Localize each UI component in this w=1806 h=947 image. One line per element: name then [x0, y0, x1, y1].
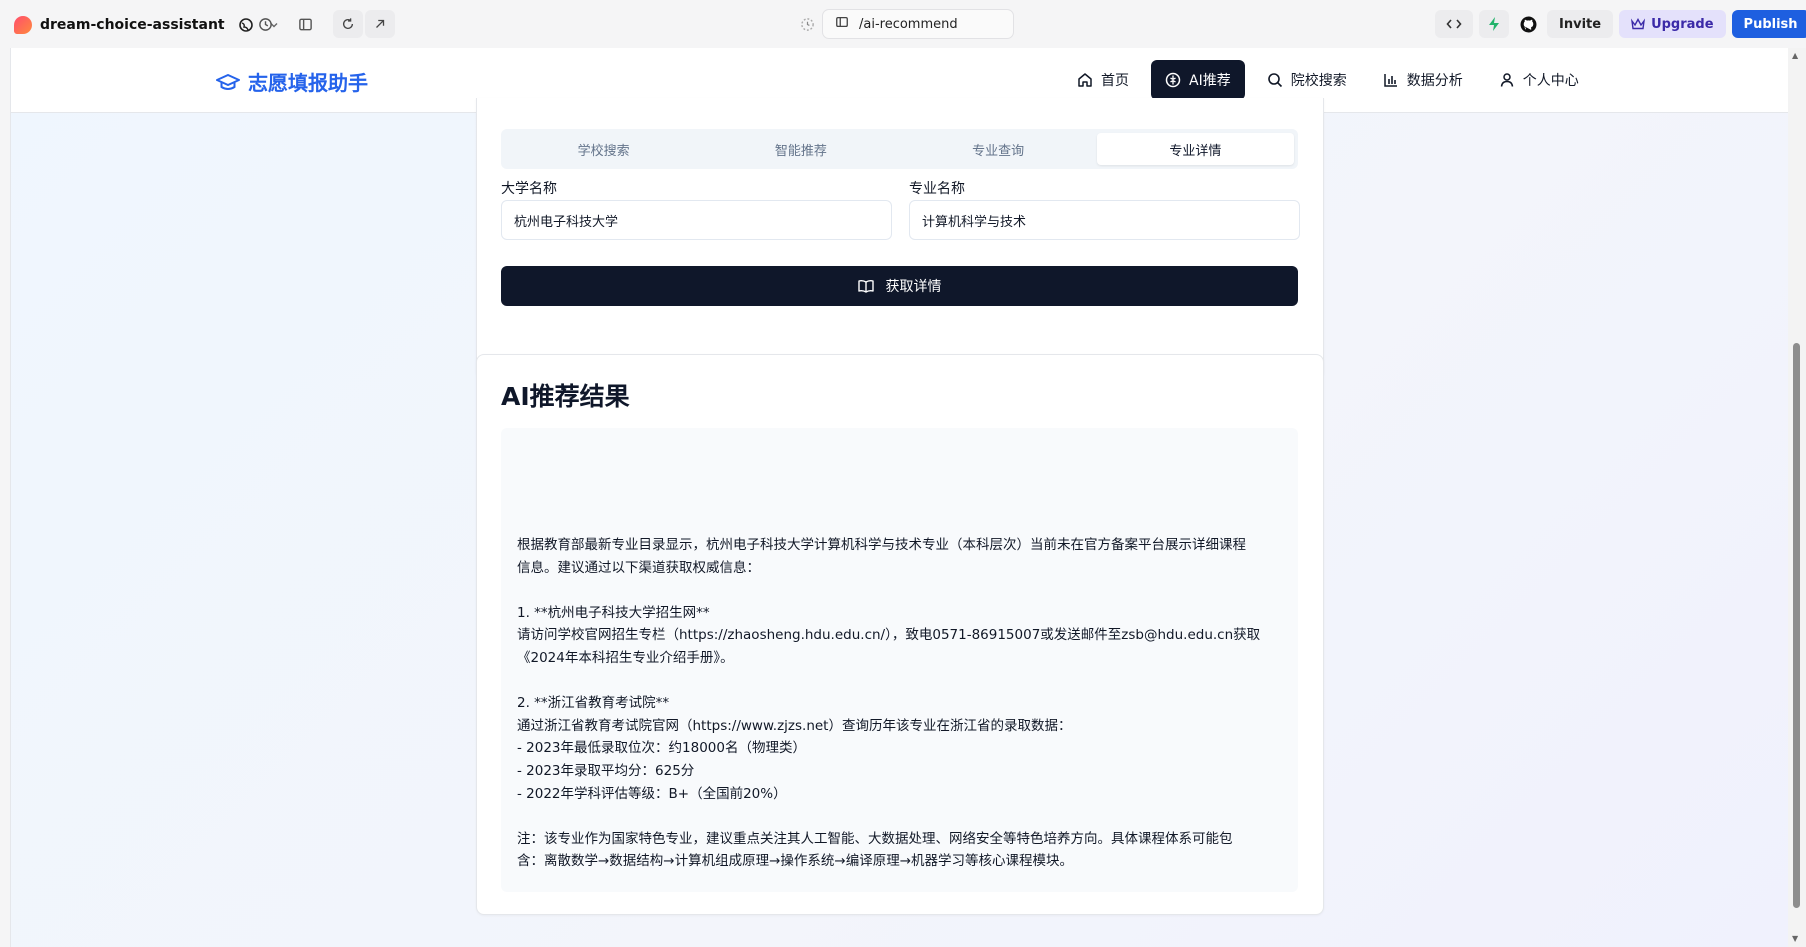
result-line: - 2022年学科评估等级：B+（全国前20%） [517, 785, 787, 802]
fetch-label: 获取详情 [885, 279, 942, 295]
user-icon [1500, 73, 1513, 87]
result-text: 根据教育部最新专业目录显示，杭州电子科技大学计算机科学与技术专业（本科层次）当前… [517, 534, 1287, 873]
graduation-cap-icon [216, 73, 240, 90]
home-icon [1078, 73, 1092, 87]
scroll-up-icon[interactable]: ▲ [1792, 51, 1798, 60]
result-line: 《2024年本科招生专业介绍手册》。 [517, 649, 734, 666]
url-path: /ai-recommend [859, 16, 958, 32]
lightning-icon[interactable] [1479, 10, 1509, 38]
result-title: AI推荐结果 [501, 382, 630, 411]
result-content: 根据教育部最新专业目录显示，杭州电子科技大学计算机科学与技术专业（本科层次）当前… [501, 428, 1298, 892]
history-icon[interactable] [252, 11, 278, 37]
fetch-details-button[interactable]: 获取详情 [501, 266, 1298, 306]
main-nav: 首页 AI推荐 院校搜索 数据分析 个人中心 [1063, 60, 1593, 100]
page-icon [835, 15, 849, 33]
github-icon[interactable] [1515, 11, 1541, 37]
project-switcher[interactable]: dream-choice-assistant [14, 12, 281, 38]
url-bar[interactable]: /ai-recommend [822, 9, 1014, 39]
result-card: AI推荐结果 根据教育部最新专业目录显示，杭州电子科技大学计算机科学与技术专业（… [476, 354, 1324, 915]
university-label: 大学名称 [501, 181, 557, 197]
app-logo-icon [14, 16, 32, 34]
result-line: 信息。建议通过以下渠道获取权威信息： [517, 559, 760, 576]
result-line: 请访问学校官网招生专栏（https://zhaosheng.hdu.edu.cn… [517, 627, 1261, 644]
search-icon [1267, 73, 1282, 88]
brand-name: 志愿填报助手 [248, 71, 368, 95]
tab-major-detail[interactable]: 专业详情 [1096, 133, 1294, 165]
nav-item-school-search[interactable]: 院校搜索 [1253, 60, 1361, 100]
browser-toolbar: dream-choice-assistant /ai-recommend Inv… [0, 0, 1806, 48]
result-line: 1. **杭州电子科技大学招生网** [517, 604, 710, 621]
code-icon[interactable] [1435, 10, 1473, 38]
major-label: 专业名称 [909, 181, 965, 197]
query-card: 学校搜索 智能推荐 专业查询 专业详情 大学名称 专业名称 获取详情 [476, 98, 1324, 379]
result-blank-line [517, 805, 1287, 828]
scroll-thumb[interactable] [1793, 343, 1800, 908]
nav-label: 数据分析 [1406, 73, 1463, 89]
app-viewport: 志愿填报助手 首页 AI推荐 院校搜索 数据分析 个人中心 学校搜索 智能推荐 … [10, 48, 1788, 947]
ai-icon [1165, 72, 1181, 88]
nav-label: AI推荐 [1189, 73, 1231, 89]
nav-label: 院校搜索 [1290, 73, 1347, 89]
publish-button[interactable]: Publish [1731, 10, 1806, 38]
result-line: 2. **浙江省教育考试院** [517, 695, 670, 712]
result-line: 含：离散数学→数据结构→计算机组成原理→操作系统→编译原理→机器学习等核心课程模… [517, 853, 1074, 870]
sidebar-toggle-icon[interactable] [292, 11, 318, 37]
university-input[interactable] [501, 200, 892, 240]
page-scrollbar[interactable]: ▲ ▼ [1788, 48, 1806, 947]
major-input[interactable] [909, 200, 1300, 240]
tab-smart-recommend[interactable]: 智能推荐 [702, 133, 899, 165]
tab-major-query[interactable]: 专业查询 [900, 133, 1097, 165]
result-blank-line [517, 670, 1287, 693]
nav-label: 个人中心 [1522, 73, 1579, 89]
refresh-icon[interactable] [333, 10, 363, 38]
crown-icon [1631, 18, 1646, 30]
result-line: 注：该专业作为国家特色专业，建议重点关注其人工智能、大数据处理、网络安全等特色培… [517, 830, 1233, 847]
nav-item-ai-recommend[interactable]: AI推荐 [1151, 60, 1245, 100]
invite-button[interactable]: Invite [1547, 10, 1614, 38]
tab-bar: 学校搜索 智能推荐 专业查询 专业详情 [501, 129, 1298, 169]
scroll-down-icon[interactable]: ▼ [1792, 934, 1798, 943]
nav-item-profile[interactable]: 个人中心 [1485, 60, 1593, 100]
bar-chart-icon [1383, 74, 1397, 87]
open-external-icon[interactable] [365, 10, 395, 38]
result-blank-line [517, 579, 1287, 602]
project-name: dream-choice-assistant [40, 17, 225, 33]
nav-label: 首页 [1101, 73, 1129, 89]
book-open-icon [857, 279, 874, 293]
upgrade-button[interactable]: Upgrade [1619, 10, 1726, 38]
result-line: 根据教育部最新专业目录显示，杭州电子科技大学计算机科学与技术专业（本科层次）当前… [517, 537, 1246, 553]
tab-school-search[interactable]: 学校搜索 [505, 133, 702, 165]
loading-spinner-icon [794, 11, 820, 37]
brand[interactable]: 志愿填报助手 [216, 67, 368, 96]
upgrade-label: Upgrade [1651, 16, 1714, 32]
nav-item-home[interactable]: 首页 [1063, 60, 1143, 100]
result-line: 通过浙江省教育考试院官网（https://www.zjzs.net）查询历年该专… [517, 717, 1072, 734]
nav-item-data-analysis[interactable]: 数据分析 [1369, 60, 1477, 100]
result-line: - 2023年最低录取位次：约18000名（物理类） [517, 740, 806, 757]
result-line: - 2023年录取平均分：625分 [517, 762, 695, 779]
